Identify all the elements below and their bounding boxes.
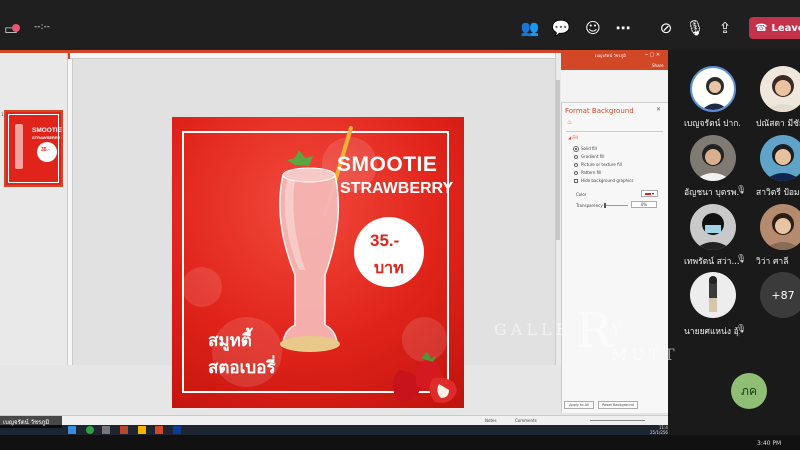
powerpoint-icon[interactable] bbox=[120, 426, 128, 434]
transparency-field[interactable]: 0% bbox=[631, 201, 657, 208]
slider-handle[interactable] bbox=[604, 203, 606, 208]
participant-avatar[interactable] bbox=[690, 135, 736, 181]
slide-currency[interactable]: บาท bbox=[374, 256, 404, 281]
ppt-user: เบญจรัตน์ วัชรภูมิ bbox=[595, 52, 626, 58]
mic-muted-icon: 🎙 bbox=[736, 324, 747, 333]
thumb-title: SMOOTIE bbox=[32, 127, 62, 134]
close-icon[interactable]: ✕ bbox=[656, 106, 661, 113]
reset-background-button[interactable]: Reset Background bbox=[598, 401, 638, 409]
mic-off-icon[interactable]: 🎙 bbox=[684, 17, 706, 39]
app-icon[interactable] bbox=[68, 426, 76, 434]
participant-name: ปณัสดา มีชัยดา bbox=[756, 119, 800, 129]
format-pane-title: Format Background bbox=[565, 107, 634, 115]
slide-title[interactable]: SMOOTIE bbox=[337, 153, 437, 177]
transparency-slider[interactable] bbox=[604, 205, 628, 206]
presenter-name-tag: เบญจรัตน์ วัชรภูมิ bbox=[0, 416, 62, 428]
app-icon[interactable] bbox=[102, 426, 110, 434]
outer-taskbar bbox=[0, 435, 800, 450]
participant-avatar[interactable] bbox=[760, 135, 800, 181]
folder-icon[interactable] bbox=[138, 426, 146, 434]
slide-thai-line1[interactable]: สมูทตี้ bbox=[208, 327, 252, 354]
share-link[interactable]: Share bbox=[650, 62, 666, 69]
people-icon[interactable]: 👥 bbox=[519, 17, 541, 39]
checkbox-icon bbox=[574, 178, 578, 183]
watermark-letter: R bbox=[576, 307, 614, 359]
participant-name: เบญจรัตน์ ปาก... bbox=[684, 119, 740, 129]
transparency-label: Transparency bbox=[576, 203, 603, 208]
fill-section-label: Fill bbox=[572, 135, 578, 140]
radio-icon bbox=[574, 162, 578, 167]
strawberries-image bbox=[392, 352, 457, 403]
picture-fill-option[interactable]: Picture or texture fill bbox=[574, 162, 622, 167]
comments-button[interactable]: Comments bbox=[515, 418, 537, 423]
self-avatar[interactable]: ภค bbox=[731, 373, 767, 409]
chat-icon[interactable]: 💬 bbox=[550, 17, 572, 39]
leave-button[interactable]: ☎ Leave bbox=[749, 17, 800, 39]
picture-fill-label: Picture or texture fill bbox=[581, 162, 622, 167]
radio-selected-icon bbox=[573, 145, 579, 152]
color-label: Color bbox=[576, 192, 587, 197]
pane-divider bbox=[566, 131, 663, 132]
participant-name: สาวิตรี ป้อมจัก... bbox=[756, 188, 800, 198]
watermark-line1: GALLE bbox=[494, 320, 571, 339]
pattern-fill-option[interactable]: Pattern fill bbox=[574, 170, 601, 175]
hide-graphics-label: Hide background graphics bbox=[581, 178, 634, 183]
system-clock: 3:40 PM bbox=[757, 440, 782, 447]
radio-icon bbox=[574, 154, 578, 159]
fill-section-header[interactable]: ◢ Fill bbox=[568, 135, 578, 140]
participant-avatar[interactable] bbox=[760, 66, 800, 112]
slide-thumbnail[interactable]: SMOOTIE STRAWBERRY 35.- bbox=[4, 110, 63, 187]
teams-meeting-bar: ▭ --:-- 👥 💬 ☺ ⋯ ⊘ 🎙 ⇪ ☎ Leave bbox=[0, 0, 800, 50]
more-participants-button[interactable]: +87 bbox=[760, 272, 800, 318]
app-icon[interactable] bbox=[155, 426, 163, 434]
reactions-icon[interactable]: ☺ bbox=[582, 17, 604, 39]
hide-graphics-checkbox[interactable]: Hide background graphics bbox=[574, 178, 633, 183]
slide-thai-line2[interactable]: สตอเบอรี่ bbox=[208, 354, 276, 381]
thumb-subtitle: STRAWBERRY bbox=[32, 135, 61, 140]
leave-label: Leave bbox=[771, 22, 800, 34]
meeting-timer: --:-- bbox=[34, 22, 51, 32]
zoom-slider[interactable] bbox=[590, 420, 645, 421]
mic-muted-icon: 🎙 bbox=[736, 254, 747, 263]
solid-fill-option[interactable]: Solid fill bbox=[573, 145, 597, 152]
thumb-glass bbox=[15, 124, 23, 169]
scroll-thumb[interactable] bbox=[556, 80, 560, 240]
gradient-fill-label: Gradient fill bbox=[581, 154, 605, 159]
slide-subtitle[interactable]: STRAWBERRY bbox=[340, 180, 453, 198]
watermark-line2: MUTT bbox=[611, 345, 679, 364]
participant-name: เทพรัตน์ สว่า... bbox=[684, 257, 740, 267]
ppt-status-bar: Notes Comments bbox=[0, 415, 668, 425]
share-screen-icon[interactable]: ⇪ bbox=[714, 17, 736, 39]
camera-off-icon[interactable]: ⊘ bbox=[655, 17, 677, 39]
watermark-line1b: Y bbox=[610, 320, 622, 339]
slide-thumbnail-pane bbox=[0, 53, 68, 365]
chevron-down-icon: ▾ bbox=[651, 191, 654, 196]
apply-to-all-button[interactable]: Apply to All bbox=[564, 401, 594, 409]
recording-indicator-icon bbox=[12, 24, 20, 32]
participant-avatar[interactable] bbox=[690, 204, 736, 250]
color-swatch bbox=[644, 192, 651, 195]
line-app-icon[interactable] bbox=[86, 426, 94, 434]
slide-price[interactable]: 35.- bbox=[370, 231, 399, 251]
paint-bucket-icon[interactable]: ♨ bbox=[567, 119, 572, 126]
participant-name: วิว่า ศาลี bbox=[756, 257, 789, 267]
participant-name: อัญชนา บุตรพ... bbox=[684, 188, 740, 198]
more-actions-icon[interactable]: ⋯ bbox=[612, 17, 634, 39]
solid-fill-label: Solid fill bbox=[581, 146, 597, 151]
gallery-watermark-logo: GALLE R Y MUTT bbox=[494, 307, 679, 364]
participant-avatar[interactable] bbox=[760, 204, 800, 250]
mic-muted-icon: 🎙 bbox=[736, 185, 747, 194]
screen: ▭ --:-- 👥 💬 ☺ ⋯ ⊘ 🎙 ⇪ ☎ Leave Format Bac… bbox=[0, 0, 800, 450]
pattern-fill-label: Pattern fill bbox=[581, 170, 602, 175]
radio-icon bbox=[574, 170, 578, 175]
windows-taskbar: 11:40 25/1/2565 bbox=[0, 425, 671, 435]
photoshop-icon[interactable] bbox=[173, 426, 181, 434]
gradient-fill-option[interactable]: Gradient fill bbox=[574, 154, 604, 159]
color-picker-button[interactable]: ▾ bbox=[641, 190, 658, 197]
phone-icon: ☎ bbox=[755, 22, 768, 34]
participant-avatar[interactable] bbox=[690, 66, 736, 112]
window-controls-icon[interactable]: ─ ▢ ✕ bbox=[645, 52, 660, 58]
thumb-price: 35.- bbox=[41, 147, 50, 153]
notes-button[interactable]: Notes bbox=[485, 418, 497, 423]
